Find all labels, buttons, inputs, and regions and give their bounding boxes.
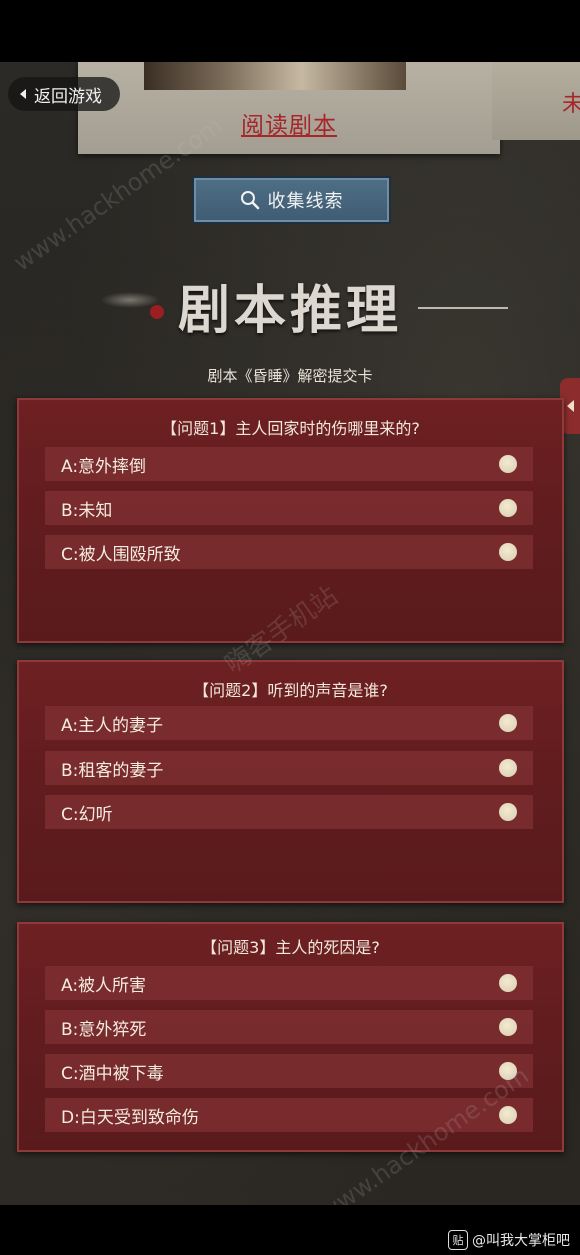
footer-label: @叫我大掌柜吧 [472,1233,570,1249]
option-row[interactable]: B:租客的妻子 [45,751,533,785]
status-bar [0,0,580,62]
option-row[interactable]: C:被人围殴所致 [45,535,533,569]
chevron-left-icon [566,400,574,412]
back-button-label: 返回游戏 [34,86,102,107]
script-card-next-label: 未 [562,92,580,117]
option-label: C:酒中被下毒 [61,1063,164,1084]
search-icon [240,191,259,210]
option-row[interactable]: A:被人所害 [45,966,533,1000]
radio-button[interactable] [499,1018,517,1036]
back-to-game-button[interactable]: 返回游戏 [8,77,120,111]
back-arrow-icon [20,89,26,99]
option-row[interactable]: A:主人的妻子 [45,706,533,740]
option-row[interactable]: C:酒中被下毒 [45,1054,533,1088]
option-label: C:被人围殴所致 [61,544,181,565]
option-label: B:意外猝死 [61,1019,147,1040]
script-photo [144,62,406,90]
radio-button[interactable] [499,974,517,992]
title-underline-decoration [418,307,508,309]
option-label: C:幻听 [61,804,113,825]
option-row[interactable]: C:幻听 [45,795,533,829]
question-title: 【问题3】主人的死因是? [201,938,380,957]
option-label: A:被人所害 [61,975,147,996]
option-row[interactable]: B:意外猝死 [45,1010,533,1044]
option-label: A:主人的妻子 [61,715,164,736]
radio-button[interactable] [499,499,517,517]
question-card-2: 【问题2】听到的声音是谁? A:主人的妻子 B:租客的妻子 C:幻听 [17,660,564,903]
radio-button[interactable] [499,803,517,821]
tieba-icon: 贴 [448,1230,468,1250]
option-row[interactable]: B:未知 [45,491,533,525]
radio-button[interactable] [499,714,517,732]
radio-button[interactable] [499,759,517,777]
radio-button[interactable] [499,1106,517,1124]
collect-clues-button[interactable]: 收集线索 [192,176,391,224]
option-label: B:租客的妻子 [61,760,164,781]
question-title: 【问题1】主人回家时的伤哪里来的? [161,419,420,438]
option-label: D:白天受到致命伤 [61,1107,199,1128]
section-title: 剧本推理 [178,280,403,341]
radio-button[interactable] [499,455,517,473]
option-label: B:未知 [61,500,113,521]
collect-clues-label: 收集线索 [267,191,344,212]
title-brush-decoration [100,292,160,308]
question-title: 【问题2】听到的声音是谁? [193,681,388,700]
option-row[interactable]: A:意外摔倒 [45,447,533,481]
footer-credit: 贴 @叫我大掌柜吧 [448,1230,570,1250]
option-label: A:意外摔倒 [61,456,147,477]
read-script-link[interactable]: 阅读剧本 [78,106,500,140]
title-seal-dot [150,305,164,319]
radio-button[interactable] [499,543,517,561]
script-card[interactable]: 阅读剧本 [78,62,500,154]
script-card-next[interactable]: 未 [492,62,580,140]
section-subtitle: 剧本《昏睡》解密提交卡 [207,367,373,385]
